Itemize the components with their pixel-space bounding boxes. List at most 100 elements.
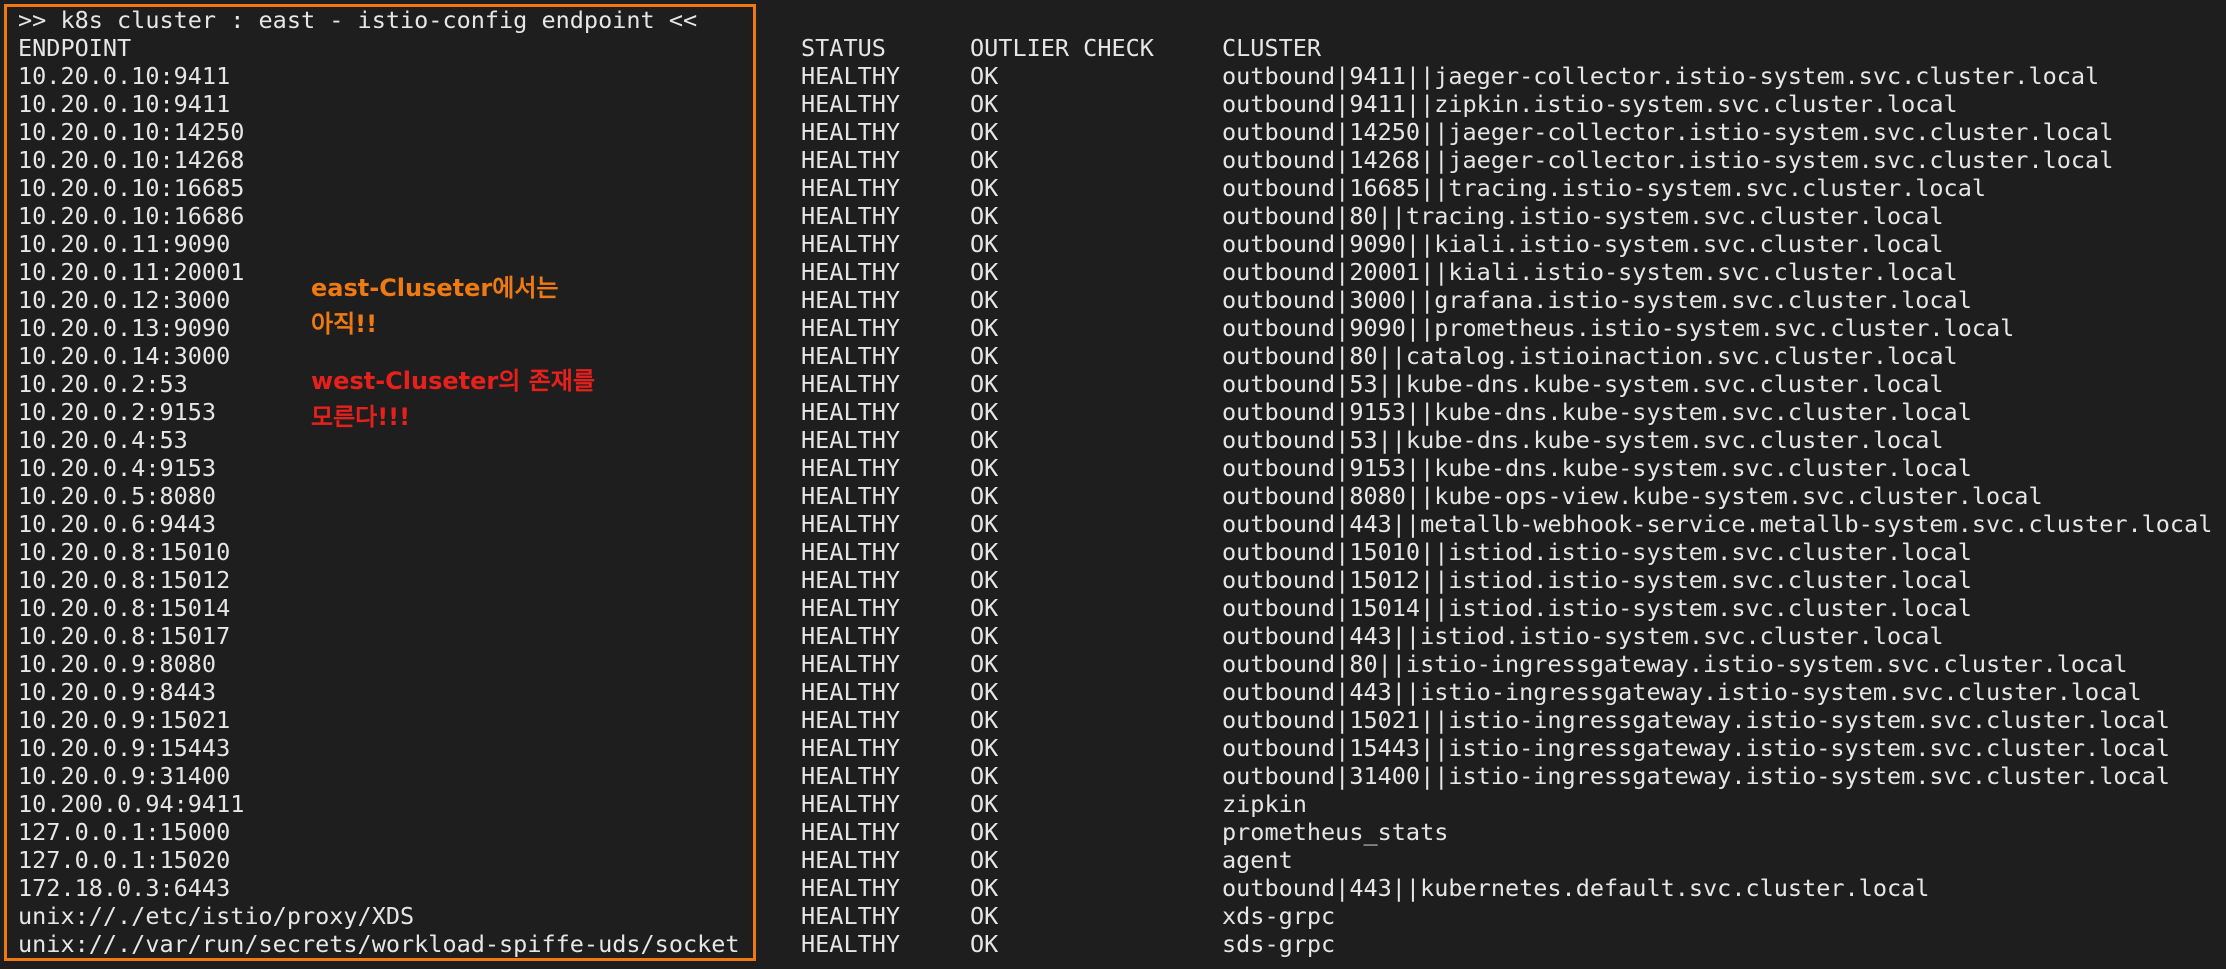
- status-cell: HEALTHY: [801, 90, 901, 118]
- outlier-check-cell: OK: [970, 930, 999, 958]
- status-cell: HEALTHY: [801, 706, 901, 734]
- cluster-cell: outbound|15443||istio-ingressgateway.ist…: [1222, 734, 2170, 762]
- annotation-east-cluster-note: east-Cluseter에서는 아직!!: [311, 274, 559, 338]
- status-cell: HEALTHY: [801, 538, 901, 566]
- cluster-cell: outbound|9153||kube-dns.kube-system.svc.…: [1222, 454, 1972, 482]
- status-cell: HEALTHY: [801, 874, 901, 902]
- status-cell: HEALTHY: [801, 230, 901, 258]
- cluster-cell: outbound|80||catalog.istioinaction.svc.c…: [1222, 342, 1958, 370]
- cluster-cell: sds-grpc: [1222, 930, 1336, 958]
- status-cell: HEALTHY: [801, 510, 901, 538]
- cluster-cell: outbound|443||istiod.istio-system.svc.cl…: [1222, 622, 1944, 650]
- column-header-cluster: CLUSTER: [1222, 34, 1322, 62]
- cluster-cell: outbound|14250||jaeger-collector.istio-s…: [1222, 118, 2114, 146]
- cluster-cell: outbound|80||tracing.istio-system.svc.cl…: [1222, 202, 1944, 230]
- outlier-check-cell: OK: [970, 286, 999, 314]
- status-cell: HEALTHY: [801, 734, 901, 762]
- outlier-check-cell: OK: [970, 62, 999, 90]
- cluster-cell: outbound|14268||jaeger-collector.istio-s…: [1222, 146, 2114, 174]
- outlier-check-cell: OK: [970, 622, 999, 650]
- status-cell: HEALTHY: [801, 678, 901, 706]
- status-cell: HEALTHY: [801, 846, 901, 874]
- outlier-check-cell: OK: [970, 258, 999, 286]
- cluster-cell: outbound|443||kubernetes.default.svc.clu…: [1222, 874, 1930, 902]
- status-cell: HEALTHY: [801, 370, 901, 398]
- outlier-check-cell: OK: [970, 678, 999, 706]
- cluster-cell: outbound|443||metallb-webhook-service.me…: [1222, 510, 2213, 538]
- cluster-cell: outbound|53||kube-dns.kube-system.svc.cl…: [1222, 426, 1944, 454]
- outlier-check-cell: OK: [970, 174, 999, 202]
- outlier-check-cell: OK: [970, 398, 999, 426]
- outlier-check-cell: OK: [970, 342, 999, 370]
- status-cell: HEALTHY: [801, 342, 901, 370]
- outlier-check-cell: OK: [970, 370, 999, 398]
- status-cell: HEALTHY: [801, 286, 901, 314]
- status-cell: HEALTHY: [801, 118, 901, 146]
- status-cell: HEALTHY: [801, 258, 901, 286]
- outlier-check-cell: OK: [970, 454, 999, 482]
- cluster-cell: agent: [1222, 846, 1293, 874]
- cluster-cell: outbound|3000||grafana.istio-system.svc.…: [1222, 286, 1972, 314]
- outlier-check-cell: OK: [970, 734, 999, 762]
- cluster-cell: outbound|9090||prometheus.istio-system.s…: [1222, 314, 2015, 342]
- cluster-cell: xds-grpc: [1222, 902, 1336, 930]
- outlier-check-cell: OK: [970, 146, 999, 174]
- cluster-cell: outbound|15012||istiod.istio-system.svc.…: [1222, 566, 1972, 594]
- outlier-check-cell: OK: [970, 230, 999, 258]
- status-cell: HEALTHY: [801, 202, 901, 230]
- outlier-check-cell: OK: [970, 426, 999, 454]
- cluster-cell: outbound|53||kube-dns.kube-system.svc.cl…: [1222, 370, 1944, 398]
- status-cell: HEALTHY: [801, 622, 901, 650]
- status-cell: HEALTHY: [801, 454, 901, 482]
- outlier-check-cell: OK: [970, 706, 999, 734]
- outlier-check-cell: OK: [970, 118, 999, 146]
- cluster-cell: outbound|9090||kiali.istio-system.svc.cl…: [1222, 230, 1944, 258]
- cluster-cell: prometheus_stats: [1222, 818, 1449, 846]
- column-header-outlier-check: OUTLIER CHECK: [970, 34, 1154, 62]
- endpoint-highlight-box: [4, 4, 756, 961]
- cluster-cell: outbound|443||istio-ingressgateway.istio…: [1222, 678, 2142, 706]
- status-cell: HEALTHY: [801, 146, 901, 174]
- status-cell: HEALTHY: [801, 314, 901, 342]
- outlier-check-cell: OK: [970, 566, 999, 594]
- status-cell: HEALTHY: [801, 902, 901, 930]
- cluster-cell: outbound|20001||kiali.istio-system.svc.c…: [1222, 258, 1958, 286]
- status-cell: HEALTHY: [801, 594, 901, 622]
- outlier-check-cell: OK: [970, 90, 999, 118]
- status-cell: HEALTHY: [801, 762, 901, 790]
- status-cell: HEALTHY: [801, 174, 901, 202]
- outlier-check-cell: OK: [970, 510, 999, 538]
- outlier-check-cell: OK: [970, 202, 999, 230]
- cluster-cell: outbound|15014||istiod.istio-system.svc.…: [1222, 594, 1972, 622]
- outlier-check-cell: OK: [970, 594, 999, 622]
- outlier-check-cell: OK: [970, 762, 999, 790]
- cluster-cell: outbound|80||istio-ingressgateway.istio-…: [1222, 650, 2128, 678]
- terminal-window: >> k8s cluster : east - istio-config end…: [0, 0, 2226, 969]
- status-cell: HEALTHY: [801, 818, 901, 846]
- status-cell: HEALTHY: [801, 930, 901, 958]
- cluster-cell: outbound|9411||zipkin.istio-system.svc.c…: [1222, 90, 1958, 118]
- cluster-cell: outbound|16685||tracing.istio-system.svc…: [1222, 174, 1987, 202]
- status-cell: HEALTHY: [801, 398, 901, 426]
- cluster-cell: outbound|9153||kube-dns.kube-system.svc.…: [1222, 398, 1972, 426]
- cluster-cell: outbound|9411||jaeger-collector.istio-sy…: [1222, 62, 2100, 90]
- outlier-check-cell: OK: [970, 482, 999, 510]
- status-cell: HEALTHY: [801, 790, 901, 818]
- outlier-check-cell: OK: [970, 874, 999, 902]
- outlier-check-cell: OK: [970, 902, 999, 930]
- cluster-cell: outbound|31400||istio-ingressgateway.ist…: [1222, 762, 2170, 790]
- outlier-check-cell: OK: [970, 790, 999, 818]
- status-cell: HEALTHY: [801, 426, 901, 454]
- outlier-check-cell: OK: [970, 846, 999, 874]
- cluster-cell: outbound|8080||kube-ops-view.kube-system…: [1222, 482, 2043, 510]
- annotation-west-cluster-note: west-Cluseter의 존재를 모른다!!!: [311, 367, 595, 431]
- outlier-check-cell: OK: [970, 818, 999, 846]
- column-header-status: STATUS: [801, 34, 886, 62]
- outlier-check-cell: OK: [970, 314, 999, 342]
- outlier-check-cell: OK: [970, 538, 999, 566]
- status-cell: HEALTHY: [801, 566, 901, 594]
- status-cell: HEALTHY: [801, 62, 901, 90]
- cluster-cell: outbound|15021||istio-ingressgateway.ist…: [1222, 706, 2170, 734]
- outlier-check-cell: OK: [970, 650, 999, 678]
- cluster-cell: outbound|15010||istiod.istio-system.svc.…: [1222, 538, 1972, 566]
